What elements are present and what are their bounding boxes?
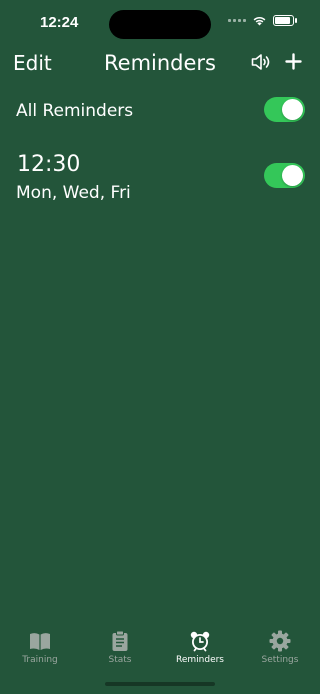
status-icons	[228, 15, 297, 26]
gear-icon	[269, 630, 291, 652]
tab-label: Stats	[108, 655, 132, 665]
tab-bar: Training Stats Reminders Settings	[0, 624, 320, 674]
wifi-icon	[253, 16, 266, 26]
tab-settings[interactable]: Settings	[240, 624, 320, 672]
status-time: 12:24	[40, 14, 79, 31]
battery-icon	[273, 15, 297, 26]
all-reminders-toggle[interactable]	[264, 97, 305, 122]
clipboard-icon	[112, 630, 128, 651]
tab-reminders[interactable]: Reminders	[160, 624, 240, 672]
speaker-icon[interactable]	[250, 52, 272, 72]
tab-label: Reminders	[176, 655, 224, 665]
home-indicator	[105, 682, 215, 686]
tab-label: Training	[22, 655, 58, 665]
navigation-bar: Edit Reminders	[0, 48, 320, 82]
reminder-toggle[interactable]	[264, 163, 305, 188]
tab-training[interactable]: Training	[0, 624, 80, 672]
edit-button[interactable]: Edit	[13, 51, 52, 75]
add-button[interactable]	[285, 53, 302, 70]
toggle-knob	[282, 165, 303, 186]
alarm-clock-icon	[190, 631, 210, 652]
book-icon	[30, 633, 50, 650]
tab-label: Settings	[261, 655, 299, 665]
all-reminders-label: All Reminders	[16, 101, 134, 121]
toggle-knob	[282, 99, 303, 120]
reminder-days: Mon, Wed, Fri	[16, 183, 131, 203]
status-bar: 12:24	[0, 0, 320, 48]
cellular-signal-icon	[228, 19, 246, 22]
tab-stats[interactable]: Stats	[80, 624, 160, 672]
reminder-time: 12:30	[17, 152, 81, 177]
dynamic-island	[109, 10, 211, 39]
